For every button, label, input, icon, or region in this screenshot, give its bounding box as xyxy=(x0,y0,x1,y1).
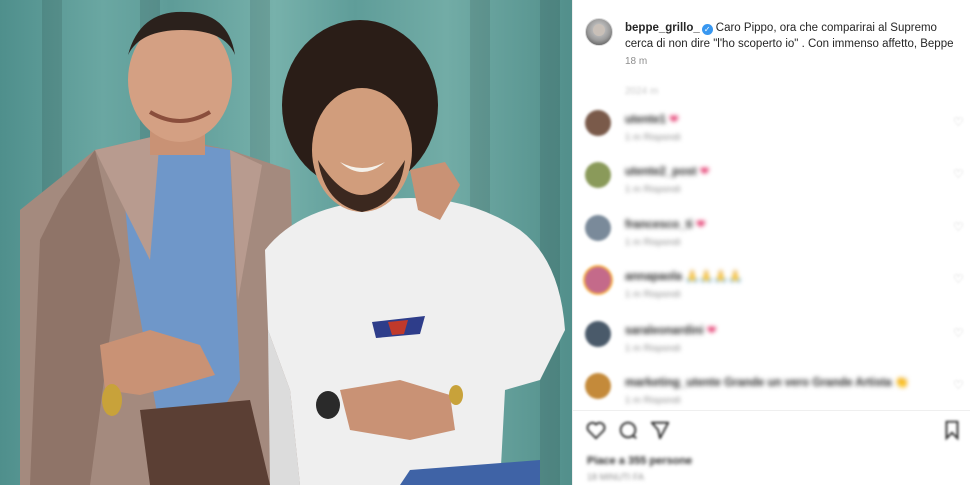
verified-icon: ✓ xyxy=(701,24,713,35)
comment-item: saraleonardini ❤ 1 m Rispondi ♡ xyxy=(585,321,970,361)
comment-avatar[interactable] xyxy=(585,215,611,241)
photo-figures xyxy=(20,11,565,485)
comment-avatar[interactable] xyxy=(585,162,611,188)
comment-meta[interactable]: 1 m Rispondi xyxy=(625,289,680,300)
comment-text: saraleonardini ❤ xyxy=(625,325,717,337)
comment-icon[interactable] xyxy=(617,419,639,441)
bookmark-icon[interactable] xyxy=(941,419,963,441)
likes-count[interactable]: Piace a 355 persone xyxy=(587,455,692,467)
comment-text: utente2_post ❤ xyxy=(625,166,710,178)
heart-icon[interactable]: ♡ xyxy=(953,221,965,233)
comment-item: annapaola 🙏🙏🙏🙏 1 m Rispondi ♡ xyxy=(585,267,970,307)
comment-meta[interactable]: 1 m Rispondi xyxy=(625,343,680,354)
comment-text: utente1 ❤ xyxy=(625,114,679,126)
heart-icon[interactable]: ♡ xyxy=(953,116,965,128)
heart-icon[interactable]: ♡ xyxy=(953,273,965,285)
share-icon[interactable] xyxy=(649,419,671,441)
comment-meta[interactable]: 1 m Rispondi xyxy=(625,395,680,406)
heart-icon[interactable]: ♡ xyxy=(953,168,965,180)
comment-meta[interactable]: 1 m Rispondi xyxy=(625,237,680,248)
comment-text: marketing_utente Grande un vero Grande A… xyxy=(625,377,910,389)
post-time: 18 m xyxy=(625,56,648,67)
comment-avatar[interactable] xyxy=(585,373,611,399)
heart-icon[interactable]: ♡ xyxy=(953,379,965,391)
comment-item: utente2_post ❤ 1 m Rispondi ♡ xyxy=(585,162,970,202)
caption-text: beppe_grillo_ ✓ Caro Pippo, ora che compar… xyxy=(625,20,963,52)
heart-icon[interactable] xyxy=(585,419,607,441)
heart-icon[interactable]: ♡ xyxy=(953,327,965,339)
post-actions: Piace a 355 persone 18 MINUTI FA xyxy=(573,410,970,485)
post-photo[interactable] xyxy=(0,0,572,485)
comment-avatar[interactable] xyxy=(585,321,611,347)
avatar[interactable] xyxy=(585,18,613,46)
comment-meta[interactable]: 1 m Rispondi xyxy=(625,184,680,195)
comment-item: utente1 ❤ 1 m Rispondi ♡ xyxy=(585,110,970,150)
comment-text: annapaola 🙏🙏🙏🙏 xyxy=(625,271,743,283)
comments-header: 2024 m xyxy=(625,86,659,97)
post-side-panel: beppe_grillo_ ✓ Caro Pippo, ora che compar… xyxy=(572,0,970,485)
comment-item: francesco_ti ❤ 1 m Rispondi ♡ xyxy=(585,215,970,255)
comment-avatar[interactable] xyxy=(585,110,611,136)
comment-item: marketing_utente Grande un vero Grande A… xyxy=(585,373,970,413)
comment-text: francesco_ti ❤ xyxy=(625,219,706,231)
post-date: 18 MINUTI FA xyxy=(587,472,645,482)
comment-meta[interactable]: 1 m Rispondi xyxy=(625,132,680,143)
comment-avatar[interactable] xyxy=(585,267,611,293)
username-link[interactable]: beppe_grillo_ xyxy=(625,22,700,34)
